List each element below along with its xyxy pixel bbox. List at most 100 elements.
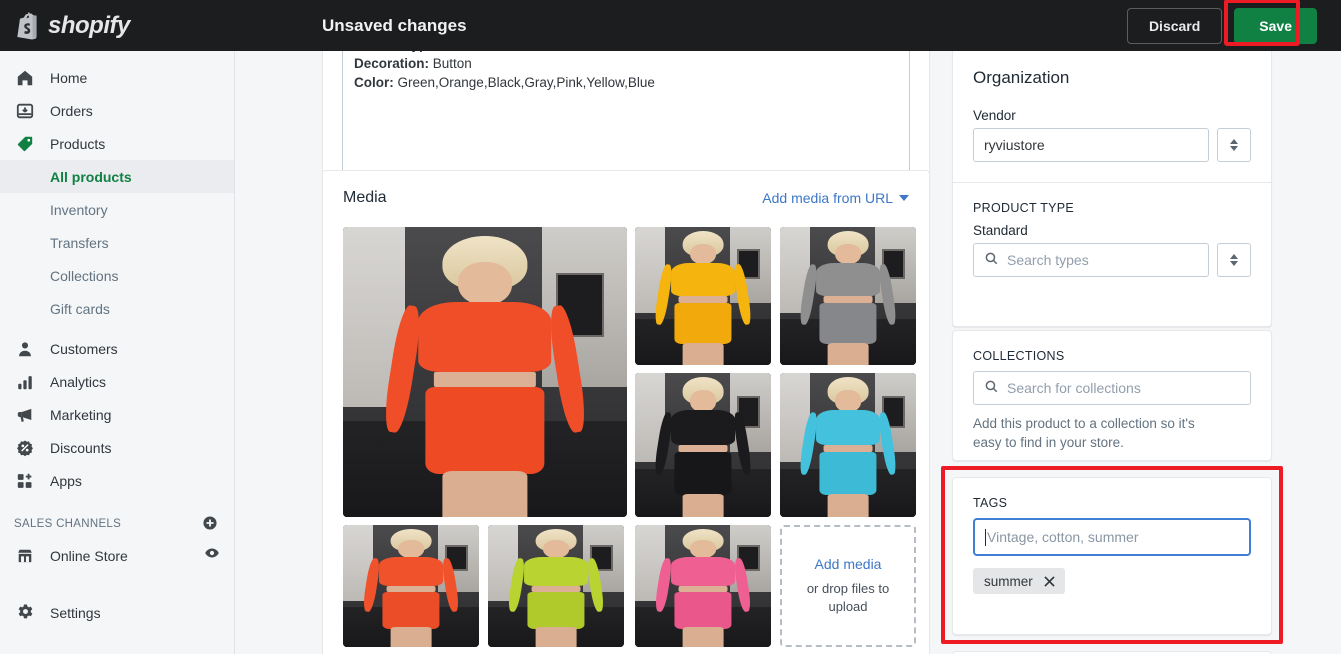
- collections-help-line1: Add this product to a collection so it's: [973, 416, 1195, 431]
- product-photo-gray: [780, 227, 916, 365]
- sidebar-item-all-products[interactable]: All products: [0, 160, 234, 193]
- media-thumbnail[interactable]: [635, 525, 771, 647]
- product-photo-orange-back: [343, 525, 479, 647]
- product-type-standard-label: Standard: [973, 223, 1028, 238]
- sidebar-item-label: Customers: [50, 340, 118, 357]
- tags-card: TAGS Vintage, cotton, summer summer: [952, 477, 1272, 635]
- organization-card: Organization Vendor ryviustore PRODUCT T…: [952, 51, 1272, 327]
- add-media-dropzone[interactable]: Add media or drop files to upload: [780, 525, 916, 647]
- media-thumbnail[interactable]: [343, 525, 479, 647]
- stepper-up-icon: [1230, 254, 1238, 259]
- add-media-link[interactable]: Add media: [815, 556, 882, 572]
- description-line-label: Pattern Type:: [354, 51, 439, 52]
- description-line-label: Color:: [354, 75, 394, 90]
- add-media-from-url-button[interactable]: Add media from URL: [762, 190, 909, 206]
- discard-button[interactable]: Discard: [1126, 7, 1223, 44]
- sidebar-item-apps[interactable]: Apps: [0, 464, 234, 497]
- sidebar-item-inventory[interactable]: Inventory: [0, 193, 234, 226]
- tags-placeholder: Vintage, cotton, summer: [987, 529, 1139, 545]
- organization-section: Organization Vendor ryviustore: [953, 51, 1271, 182]
- sidebar-item-label: Apps: [50, 472, 82, 489]
- media-thumbnail-grid: Add media or drop files to upload: [343, 227, 916, 647]
- collections-help-text: Add this product to a collection so it's…: [973, 414, 1251, 452]
- add-media-from-url-label: Add media from URL: [762, 190, 893, 206]
- sidebar-item-analytics[interactable]: Analytics: [0, 365, 234, 398]
- brand-logo-area[interactable]: shopify: [0, 0, 235, 51]
- save-button-wrapper: Save: [1224, 0, 1317, 46]
- search-icon: [984, 379, 999, 397]
- product-type-heading: PRODUCT TYPE: [973, 201, 1075, 215]
- sidebar-item-settings[interactable]: Settings: [0, 596, 234, 629]
- media-thumbnail[interactable]: [780, 227, 916, 365]
- product-photo-black: [635, 373, 771, 517]
- sidebar-item-label: Orders: [50, 102, 93, 119]
- sidebar-item-online-store[interactable]: Online Store: [0, 539, 234, 572]
- media-thumbnail[interactable]: [488, 525, 624, 647]
- shopify-bag-icon: [14, 11, 40, 40]
- product-type-field-row: Search types: [973, 243, 1251, 277]
- media-thumbnail[interactable]: [780, 373, 916, 517]
- chevron-down-icon: [899, 195, 909, 201]
- product-type-search-input[interactable]: Search types: [973, 243, 1209, 277]
- discounts-badge-icon: [14, 437, 36, 459]
- sidebar-item-orders[interactable]: Orders: [0, 94, 234, 127]
- text-cursor: [985, 528, 986, 546]
- description-textarea[interactable]: Pattern Type: Solid Decoration: Button C…: [342, 51, 910, 180]
- analytics-bars-icon: [14, 371, 36, 393]
- vendor-field-row: ryviustore: [973, 128, 1251, 162]
- media-thumbnail[interactable]: [635, 227, 771, 365]
- close-x-icon[interactable]: [1043, 575, 1056, 588]
- sidebar-nav: Home Orders Products All products Invent…: [0, 51, 235, 654]
- sidebar-item-marketing[interactable]: Marketing: [0, 398, 234, 431]
- sidebar-item-home[interactable]: Home: [0, 61, 234, 94]
- sidebar-item-label: Products: [50, 135, 106, 152]
- vendor-input[interactable]: ryviustore: [973, 128, 1209, 162]
- product-photo-yellow: [635, 227, 771, 365]
- dropzone-hint: or drop files to upload: [807, 580, 889, 616]
- gear-icon: [14, 602, 36, 624]
- sidebar-item-collections[interactable]: Collections: [0, 259, 234, 292]
- plus-circle-icon[interactable]: [202, 515, 218, 534]
- vendor-value: ryviustore: [984, 137, 1045, 153]
- dropzone-hint-line2: upload: [828, 599, 868, 614]
- sidebar-item-products[interactable]: Products: [0, 127, 234, 160]
- product-photo-orange-large: [343, 227, 627, 517]
- description-line: Color: Green,Orange,Black,Gray,Pink,Yell…: [354, 73, 898, 92]
- sidebar-item-label: Online Store: [50, 547, 128, 564]
- description-line-value: Green,Orange,Black,Gray,Pink,Yellow,Blue: [397, 75, 655, 90]
- sidebar-item-label: Settings: [50, 604, 101, 621]
- sidebar-item-gift-cards[interactable]: Gift cards: [0, 292, 234, 325]
- media-card-header: Media Add media from URL: [323, 171, 929, 207]
- media-title: Media: [343, 189, 387, 206]
- collections-heading: COLLECTIONS: [973, 349, 1065, 363]
- sidebar-item-discounts[interactable]: Discounts: [0, 431, 234, 464]
- sidebar-item-label: Marketing: [50, 406, 112, 423]
- topbar-actions: Discard Save: [1126, 0, 1341, 46]
- tags-input[interactable]: Vintage, cotton, summer: [973, 518, 1251, 556]
- eye-icon[interactable]: [204, 545, 220, 566]
- product-photo-green: [488, 525, 624, 647]
- media-thumbnail[interactable]: [343, 227, 627, 517]
- sales-channels-label: SALES CHANNELS: [14, 518, 122, 530]
- product-type-stepper-button[interactable]: [1217, 243, 1251, 277]
- top-bar: shopify Unsaved changes Discard Save: [0, 0, 1341, 51]
- dropzone-hint-line1: or drop files to: [806, 581, 890, 596]
- collections-help-line2: easy to find in your store.: [973, 435, 1124, 450]
- products-tag-icon: [14, 133, 36, 155]
- media-card: Media Add media from URL Add media or dr…: [322, 170, 930, 654]
- unsaved-changes-title: Unsaved changes: [322, 15, 467, 35]
- collections-search-input[interactable]: Search for collections: [973, 371, 1251, 405]
- save-button[interactable]: Save: [1234, 7, 1317, 44]
- home-icon: [14, 67, 36, 89]
- sidebar-item-customers[interactable]: Customers: [0, 332, 234, 365]
- sidebar-item-transfers[interactable]: Transfers: [0, 226, 234, 259]
- tag-chip-label: summer: [984, 573, 1033, 589]
- sidebar-item-label: Home: [50, 69, 88, 86]
- search-icon: [984, 251, 999, 269]
- collections-placeholder: Search for collections: [1007, 380, 1141, 396]
- vendor-stepper-button[interactable]: [1217, 128, 1251, 162]
- media-thumbnail[interactable]: [635, 373, 771, 517]
- sidebar-item-label: Discounts: [50, 439, 112, 456]
- tag-chip-summer: summer: [973, 568, 1065, 594]
- description-line-label: Decoration:: [354, 56, 430, 71]
